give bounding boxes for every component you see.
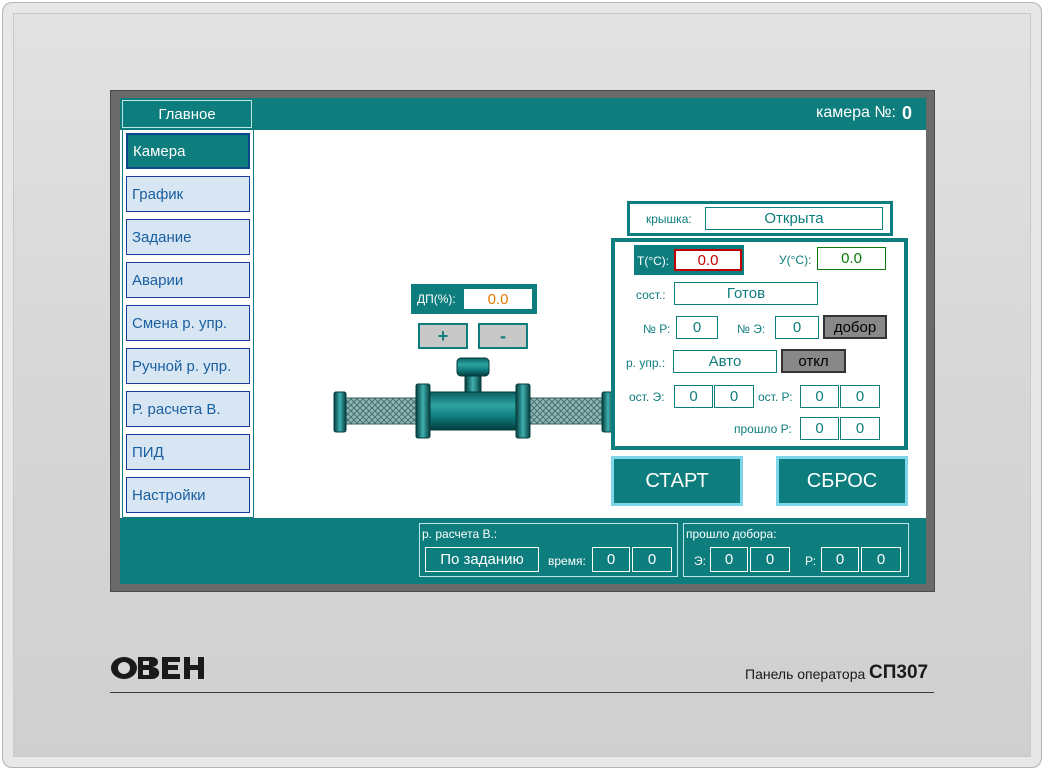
remaining-recipe-2: 0 — [840, 385, 880, 408]
main-tab[interactable]: Главное — [122, 100, 252, 128]
calc-mode-box: р. расчета В.: По заданию время: 0 0 — [419, 523, 678, 577]
sidebar-item-camera[interactable]: Камера — [126, 133, 250, 169]
dp-panel: ДП(%): 0.0 — [411, 284, 537, 314]
sidebar-item-settings[interactable]: Настройки — [126, 477, 250, 513]
passed-recipe-2: 0 — [840, 417, 880, 440]
dobor-button[interactable]: добор — [823, 315, 887, 339]
lid-panel: крышка: Открыта — [627, 201, 893, 236]
passed-dobor-box: прошло добора: Э: 0 0 Р: 0 0 — [683, 523, 909, 577]
minus-icon: - — [500, 325, 506, 346]
lid-label: крышка: — [646, 212, 692, 226]
dp-label: ДП(%): — [417, 292, 456, 306]
control-mode-value[interactable]: Авто — [673, 350, 777, 373]
camera-number-label: камера №: — [816, 104, 896, 121]
recipe-number-value: 0 — [676, 316, 718, 339]
sidebar-item-manual-mode[interactable]: Ручной р. упр. — [126, 348, 250, 384]
valve-plus-button[interactable]: + — [418, 323, 468, 349]
oven-logo — [111, 657, 204, 679]
temperature-value: 0.0 — [674, 249, 742, 271]
state-value: Готов — [674, 282, 818, 305]
sidebar-item-calc-mode[interactable]: Р. расчета В. — [126, 391, 250, 427]
valve-minus-button[interactable]: - — [478, 323, 528, 349]
passed-recipe-1: 0 — [800, 417, 839, 440]
sidebar-item-graph[interactable]: График — [126, 176, 250, 212]
time-label: время: — [548, 554, 586, 568]
camera-number-value: 0 — [901, 103, 912, 123]
state-label: сост.: — [636, 288, 666, 302]
sidebar-item-task[interactable]: Задание — [126, 219, 250, 255]
temperature-block: Т(°С): 0.0 — [634, 245, 744, 275]
sidebar-item-mode-change[interactable]: Смена р. упр. — [126, 305, 250, 341]
passed-stage-1: 0 — [710, 547, 748, 572]
panel-model: СП307 — [869, 662, 929, 683]
dp-value: 0.0 — [463, 288, 533, 310]
reset-button[interactable]: СБРОС — [776, 456, 908, 506]
footer-divider — [110, 692, 934, 693]
hmi-screen: Главное камера №: 0 Камера График Задани… — [120, 98, 926, 584]
setpoint-label: У(°С): — [779, 253, 812, 267]
panel-name: Панель оператора — [745, 666, 866, 682]
remaining-stage-label: ост. Э: — [629, 390, 665, 404]
setpoint-value: 0.0 — [817, 247, 886, 270]
passed-dobor-label: прошло добора: — [686, 527, 777, 541]
off-button[interactable]: откл — [781, 349, 846, 373]
start-button[interactable]: СТАРТ — [611, 456, 743, 506]
plus-icon: + — [437, 325, 449, 346]
time-value-1: 0 — [592, 547, 630, 572]
sidebar-item-alarms[interactable]: Аварии — [126, 262, 250, 298]
calc-mode-value[interactable]: По заданию — [425, 547, 539, 572]
sidebar-item-pid[interactable]: ПИД — [126, 434, 250, 470]
passed-recipe-bottom-1: 0 — [821, 547, 859, 572]
valve-pipe-drawing — [333, 357, 615, 439]
temperature-label: Т(°С): — [637, 254, 670, 268]
remaining-stage-2: 0 — [714, 385, 754, 408]
recipe-number-label: № Р: — [643, 322, 671, 336]
control-mode-label: р. упр.: — [626, 356, 666, 370]
passed-recipe-bottom-label: Р: — [805, 554, 817, 568]
calc-mode-label: р. расчета В.: — [422, 527, 498, 541]
sidebar: Камера График Задание Аварии Смена р. уп… — [122, 129, 254, 518]
top-bar: Главное камера №: 0 — [120, 98, 926, 130]
stage-number-value: 0 — [775, 316, 819, 339]
stage-number-label: № Э: — [737, 322, 766, 336]
passed-stage-label: Э: — [694, 554, 706, 568]
remaining-recipe-label: ост. Р: — [758, 390, 793, 404]
bottom-bar: р. расчета В.: По заданию время: 0 0 про… — [120, 518, 926, 584]
remaining-stage-1: 0 — [674, 385, 713, 408]
passed-recipe-bottom-2: 0 — [861, 547, 901, 572]
time-value-2: 0 — [632, 547, 672, 572]
passed-recipe-label: прошло Р: — [734, 422, 792, 436]
passed-stage-2: 0 — [750, 547, 790, 572]
remaining-recipe-1: 0 — [800, 385, 839, 408]
lid-value: Открыта — [705, 207, 883, 230]
